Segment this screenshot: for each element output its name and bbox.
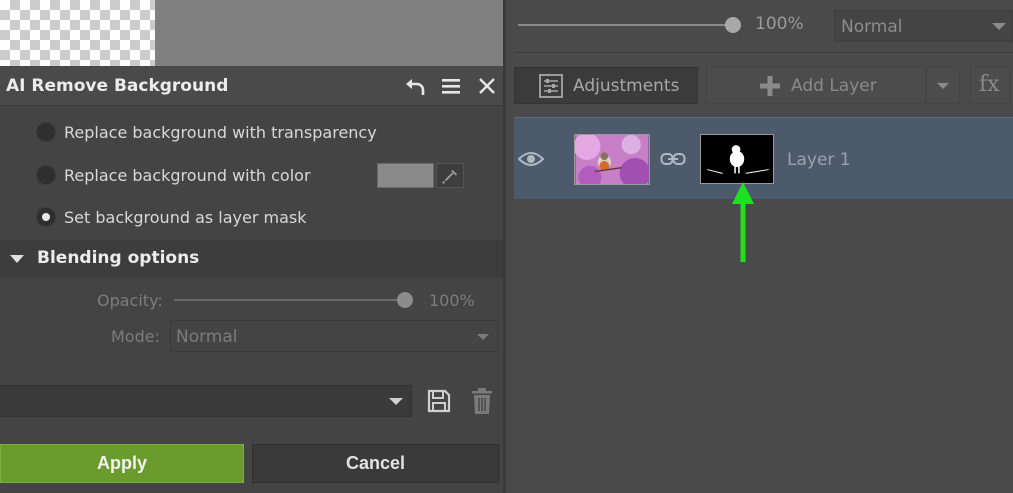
eye-icon[interactable] [518,150,544,168]
preset-select[interactable] [0,385,412,417]
layer-opacity-slider-track[interactable] [518,24,734,26]
option-transparency[interactable]: Replace background with transparency [36,119,377,145]
undo-icon[interactable] [403,74,427,98]
save-preset-icon[interactable] [426,388,452,414]
annotation-arrow-icon [732,182,754,262]
mode-select[interactable]: Normal [170,320,498,352]
option-color[interactable]: Replace background with color [36,162,311,188]
layer-thumbnail[interactable] [574,134,650,185]
opacity-value: 100% [429,291,475,310]
layer-effects-button[interactable]: fx [970,67,1010,104]
adjustments-label: Adjustments [573,76,680,96]
cancel-button[interactable]: Cancel [252,444,499,483]
ai-remove-background-panel: AI Remove Background Replace background … [0,66,503,493]
option-layer-mask-label: Set background as layer mask [64,207,307,227]
chevron-down-icon [389,398,403,405]
background-color-swatch[interactable] [377,163,434,188]
layer-opacity-slider-knob[interactable] [725,17,741,33]
add-layer-button[interactable]: Add Layer [706,67,926,104]
option-layer-mask[interactable]: Set background as layer mask [36,204,307,230]
radio-layer-mask[interactable] [36,207,56,227]
opacity-slider-knob[interactable] [397,292,413,308]
fx-icon: fx [979,72,1000,97]
menu-icon[interactable] [439,74,463,98]
opacity-slider-track[interactable] [174,299,406,301]
panel-header: AI Remove Background [0,66,503,106]
radio-color[interactable] [36,165,56,185]
option-transparency-label: Replace background with transparency [64,122,377,142]
apply-button[interactable]: Apply [0,444,244,483]
layers-panel: 100% Normal Adjustments Add Layer fx Lay… [506,0,1013,493]
mode-select-value: Normal [176,327,238,347]
adjustments-icon [539,74,563,98]
layer-name: Layer 1 [787,150,851,170]
mode-label: Mode: [111,327,160,346]
plus-icon [760,76,780,96]
delete-preset-icon[interactable] [470,387,494,415]
transparency-checkerboard [0,0,155,66]
eyedropper-icon[interactable] [436,163,464,188]
link-icon[interactable] [660,151,686,167]
separator [514,52,1013,53]
layer-blend-mode-select[interactable]: Normal [834,10,1013,42]
opacity-label: Opacity: [97,291,163,310]
close-icon[interactable] [475,74,499,98]
blending-options-title: Blending options [37,248,200,268]
layer-opacity-value: 100% [755,14,804,34]
collapse-arrow-icon [10,255,24,263]
chevron-down-icon [992,23,1006,30]
radio-transparency[interactable] [36,122,56,142]
add-layer-label: Add Layer [791,76,877,96]
panel-title: AI Remove Background [6,76,229,96]
add-layer-dropdown[interactable] [926,67,960,104]
layer-row[interactable]: Layer 1 [514,117,1013,200]
adjustments-button[interactable]: Adjustments [514,67,698,104]
option-color-label: Replace background with color [64,165,311,185]
blending-options-header[interactable]: Blending options [0,240,503,278]
chevron-down-icon [477,334,489,340]
layer-mask-thumbnail[interactable] [700,134,774,184]
layer-blend-mode-value: Normal [841,17,903,37]
